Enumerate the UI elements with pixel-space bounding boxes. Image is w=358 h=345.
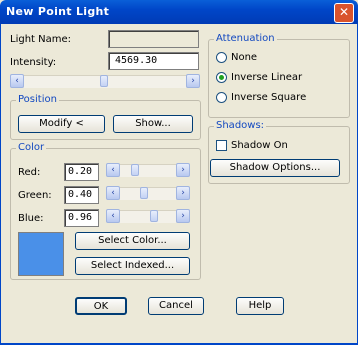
blue-slider-track[interactable] xyxy=(120,210,176,223)
intensity-label: Intensity: xyxy=(10,57,57,68)
left-arrow-icon: ‹ xyxy=(111,188,115,198)
green-slider-thumb[interactable] xyxy=(140,187,148,199)
right-arrow-icon: › xyxy=(181,211,185,221)
green-value-input[interactable]: 0.40 xyxy=(64,186,99,204)
blue-scroll-right-button[interactable]: › xyxy=(176,209,190,223)
close-button[interactable]: ✕ xyxy=(334,3,354,23)
shadow-on-checkbox[interactable] xyxy=(216,140,227,151)
ok-button[interactable]: OK xyxy=(75,297,127,315)
attenuation-radio-inverse-linear[interactable] xyxy=(216,72,227,83)
right-arrow-icon: › xyxy=(181,188,185,198)
help-button[interactable]: Help xyxy=(236,297,284,315)
green-label: Green: xyxy=(18,190,52,201)
select-indexed-button[interactable]: Select Indexed... xyxy=(75,257,190,275)
close-icon: ✕ xyxy=(338,5,350,19)
left-arrow-icon: ‹ xyxy=(111,211,115,221)
light-name-input[interactable] xyxy=(108,30,199,48)
red-scroll-right-button[interactable]: › xyxy=(176,163,190,177)
shadow-on-label: Shadow On xyxy=(231,140,288,151)
left-arrow-icon: ‹ xyxy=(111,165,115,175)
intensity-scroll-left-button[interactable]: ‹ xyxy=(10,74,24,88)
red-scroll-left-button[interactable]: ‹ xyxy=(106,163,120,177)
right-arrow-icon: › xyxy=(191,76,195,86)
red-slider-track[interactable] xyxy=(120,164,176,177)
right-arrow-icon: › xyxy=(181,165,185,175)
green-scroll-left-button[interactable]: ‹ xyxy=(106,186,120,200)
blue-label: Blue: xyxy=(18,213,44,224)
red-value-input[interactable]: 0.20 xyxy=(64,163,99,181)
color-swatch xyxy=(18,232,64,276)
intensity-scroll-right-button[interactable]: › xyxy=(186,74,200,88)
shadows-group-title: Shadows: xyxy=(214,120,267,131)
attenuation-radio-inverse-square[interactable] xyxy=(216,92,227,103)
modify-position-button[interactable]: Modify < xyxy=(18,115,105,133)
show-position-button[interactable]: Show... xyxy=(113,115,193,133)
window-title: New Point Light xyxy=(6,5,110,18)
left-arrow-icon: ‹ xyxy=(15,76,19,86)
blue-slider-thumb[interactable] xyxy=(150,210,158,222)
light-name-label: Light Name: xyxy=(10,34,72,45)
title-bar: New Point Light ✕ xyxy=(0,0,358,24)
green-scroll-right-button[interactable]: › xyxy=(176,186,190,200)
attenuation-option-label: Inverse Linear xyxy=(231,72,303,83)
blue-value-input[interactable]: 0.96 xyxy=(64,209,99,227)
attenuation-option-label: None xyxy=(231,52,258,63)
select-color-button[interactable]: Select Color... xyxy=(75,232,190,250)
red-slider-thumb[interactable] xyxy=(131,164,139,176)
intensity-input[interactable]: 4569.30 xyxy=(108,52,199,70)
blue-scroll-left-button[interactable]: ‹ xyxy=(106,209,120,223)
green-slider-track[interactable] xyxy=(120,187,176,200)
shadow-options-button[interactable]: Shadow Options... xyxy=(210,159,340,177)
red-label: Red: xyxy=(18,167,41,178)
attenuation-radio-none[interactable] xyxy=(216,52,227,63)
attenuation-group-title: Attenuation xyxy=(214,33,277,44)
color-group-title: Color xyxy=(16,142,47,153)
attenuation-option-label: Inverse Square xyxy=(231,92,307,103)
cancel-button[interactable]: Cancel xyxy=(148,297,204,315)
position-group-title: Position xyxy=(16,94,59,105)
intensity-slider-thumb[interactable] xyxy=(100,75,108,87)
